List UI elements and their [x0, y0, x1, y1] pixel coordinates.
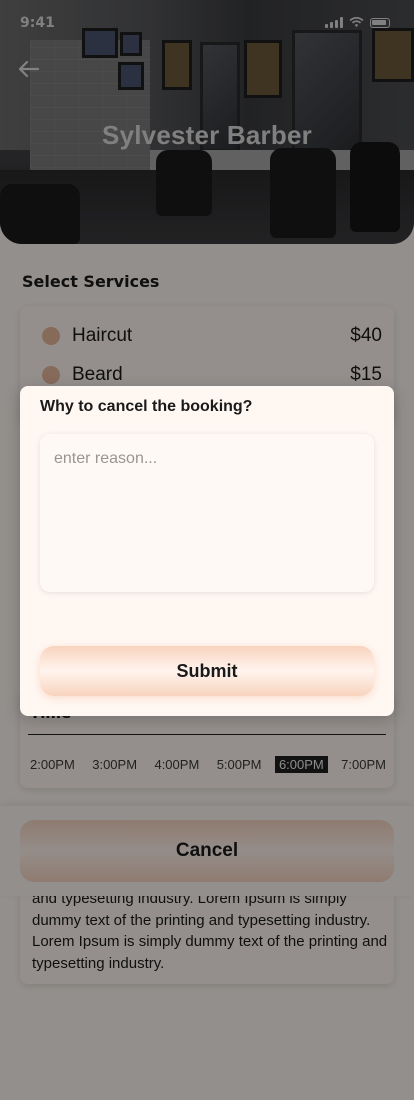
submit-button[interactable]: Submit	[40, 646, 374, 696]
reason-input[interactable]	[40, 434, 374, 592]
cancel-reason-dialog: Why to cancel the booking? Submit	[20, 386, 394, 716]
dialog-title: Why to cancel the booking?	[40, 398, 253, 415]
